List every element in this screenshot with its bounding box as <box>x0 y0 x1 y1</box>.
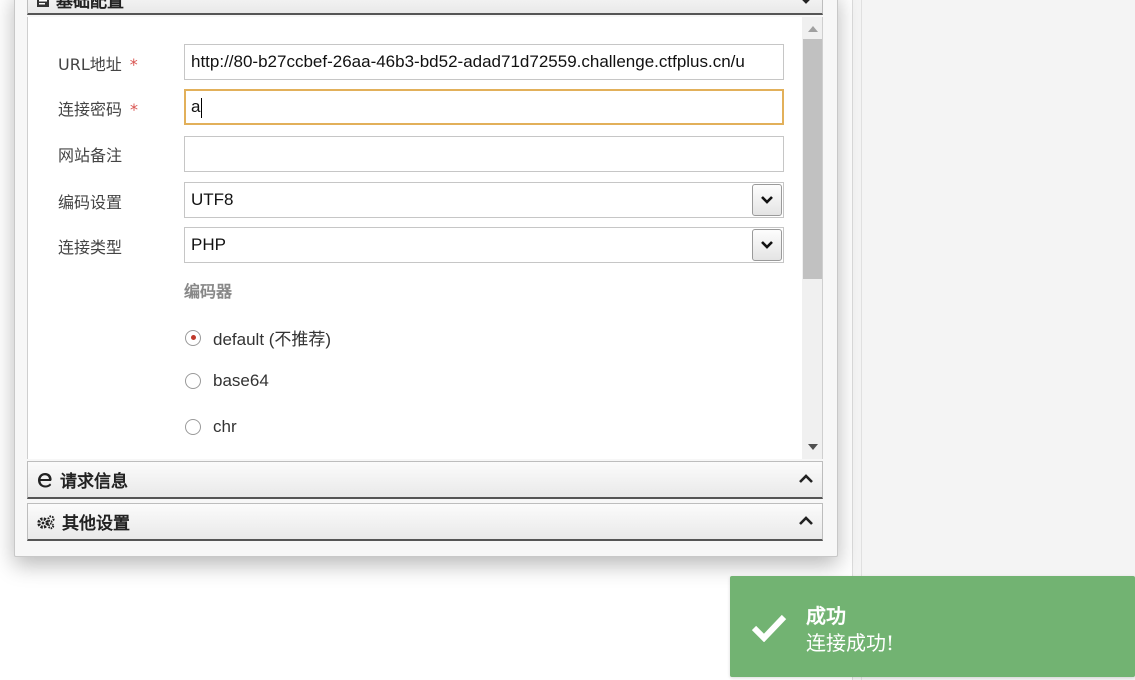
type-label: 连接类型 <box>58 238 123 257</box>
password-input[interactable]: a <box>184 89 784 125</box>
text-caret <box>201 97 203 118</box>
radio-button[interactable] <box>185 329 201 346</box>
radio-label: chr <box>213 417 237 436</box>
password-input-value: a <box>191 97 201 116</box>
chevron-down-icon <box>761 196 773 204</box>
radio-label: base64 <box>213 371 269 390</box>
dropdown-button[interactable] <box>752 229 782 261</box>
required-mark: * <box>130 100 139 119</box>
chevron-down-icon[interactable] <box>798 0 814 11</box>
section-basic-title: 基础配置 <box>56 0 124 12</box>
radio-button[interactable] <box>185 419 201 435</box>
toast-message: 连接成功! <box>806 631 895 655</box>
scroll-up-icon[interactable] <box>802 19 822 39</box>
checkmark-icon <box>750 612 788 646</box>
ie-icon <box>36 471 54 489</box>
password-label: 连接密码 * <box>58 100 139 119</box>
gears-icon <box>36 514 56 530</box>
scroll-thumb[interactable] <box>803 39 822 279</box>
note-label: 网站备注 <box>58 146 123 165</box>
encoding-select[interactable]: UTF8 <box>184 182 784 218</box>
encoding-selected-value: UTF8 <box>191 190 234 209</box>
url-label: URL地址 * <box>58 55 138 74</box>
success-toast[interactable]: 成功 连接成功! <box>730 576 1135 677</box>
section-request-title: 请求信息 <box>60 472 128 492</box>
scroll-down-icon[interactable] <box>802 437 822 457</box>
form-scrollbar[interactable] <box>802 17 822 459</box>
encoder-heading: 编码器 <box>184 282 233 301</box>
radio-button[interactable] <box>185 373 201 389</box>
basic-config-form: URL地址 * http://80-b27ccbef-26aa-46b3-bd52… <box>27 17 823 459</box>
toast-title: 成功 <box>806 604 846 628</box>
radio-label: default (不推荐) <box>213 330 332 349</box>
required-mark: * <box>129 55 138 74</box>
section-other-header[interactable]: 其他设置 <box>27 503 823 541</box>
encoder-option-default[interactable]: default (不推荐) <box>185 325 331 350</box>
chevron-up-icon[interactable] <box>798 513 814 533</box>
url-input-value: http://80-b27ccbef-26aa-46b3-bd52-adad71… <box>191 52 745 71</box>
radio-checked-dot <box>190 335 196 340</box>
section-other-title: 其他设置 <box>62 514 130 534</box>
encoder-option-chr[interactable]: chr <box>185 417 237 437</box>
encoder-option-base64[interactable]: base64 <box>185 371 269 391</box>
section-request-header[interactable]: 请求信息 <box>27 461 823 499</box>
chevron-up-icon[interactable] <box>798 471 814 491</box>
dropdown-button[interactable] <box>752 184 782 216</box>
chevron-down-icon <box>761 241 773 249</box>
note-input[interactable] <box>184 136 784 172</box>
type-select[interactable]: PHP <box>184 227 784 263</box>
type-selected-value: PHP <box>191 235 226 254</box>
url-input[interactable]: http://80-b27ccbef-26aa-46b3-bd52-adad71… <box>184 44 784 80</box>
connection-dialog: 基础配置 URL地址 * http://80-b27ccbef-26aa-46b3… <box>14 0 838 557</box>
encoding-label: 编码设置 <box>58 193 123 212</box>
section-basic-header[interactable]: 基础配置 <box>27 0 823 15</box>
file-icon <box>36 0 50 8</box>
